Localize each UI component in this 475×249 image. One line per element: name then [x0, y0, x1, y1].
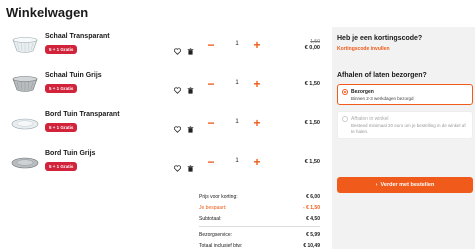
summary-value: € 10,49 — [303, 242, 320, 249]
page-title: Winkelwagen — [6, 5, 89, 20]
product-name[interactable]: Bord Tuin Transparant — [45, 111, 120, 118]
decrease-quantity-button[interactable]: − — [204, 155, 218, 169]
option-title: Afhalen in winkel — [351, 116, 389, 122]
increase-quantity-button[interactable]: + — [250, 116, 264, 130]
decrease-quantity-button[interactable]: − — [204, 38, 218, 52]
summary-row-saved: Je bespaart: - € 1,50 — [199, 202, 320, 213]
summary-row-price-before-discount: Prijs voor korting: € 6,00 — [199, 191, 320, 202]
quantity-value[interactable]: 1 — [230, 41, 244, 47]
divider — [199, 226, 320, 227]
cart-item: Schaal Transparant 5 + 1 Gratis − 1 + 1,… — [8, 28, 326, 67]
product-name[interactable]: Schaal Transparant — [45, 33, 110, 40]
summary-value: € 4,50 — [306, 215, 320, 222]
delivery-option-bezorgen[interactable]: Bezorgen Binnen 2-3 werkdagen bezorgd — [337, 84, 473, 105]
summary-label: Je bespaart: — [199, 204, 227, 211]
heart-icon[interactable] — [173, 159, 182, 177]
summary-value: € 6,00 — [306, 193, 320, 200]
summary-row-shipping: Bezorgservice: € 5,99 — [199, 229, 320, 240]
decrease-quantity-button[interactable]: − — [204, 77, 218, 91]
trash-icon[interactable] — [187, 81, 194, 99]
quantity-value[interactable]: 1 — [230, 80, 244, 86]
checkout-label: Verder met bestellen — [380, 182, 435, 188]
promo-badge: 5 + 1 Gratis — [45, 84, 78, 93]
coupon-link[interactable]: Kortingscode invullen — [337, 46, 390, 52]
summary-label: Bezorgservice: — [199, 231, 233, 238]
item-price: € 1,50 — [304, 81, 320, 87]
trash-icon[interactable] — [187, 159, 194, 177]
order-summary: Prijs voor korting: € 6,00 Je bespaart: … — [199, 191, 320, 249]
product-image-glass-plate[interactable] — [10, 111, 40, 135]
option-subtitle: Binnen 2-3 werkdagen bezorgd — [351, 96, 414, 101]
quantity-value[interactable]: 1 — [230, 119, 244, 125]
item-price: € 1,50 — [304, 120, 320, 126]
product-name[interactable]: Schaal Tuin Grijs — [45, 72, 102, 79]
promo-badge: 5 + 1 Gratis — [45, 123, 78, 132]
promo-badge: 5 + 1 Gratis — [45, 162, 78, 171]
trash-icon[interactable] — [187, 42, 194, 60]
increase-quantity-button[interactable]: + — [250, 77, 264, 91]
cart-items: Schaal Transparant 5 + 1 Gratis − 1 + 1,… — [8, 28, 326, 184]
delivery-option-afhalen[interactable]: Afhalen in winkel Besteed minimaal 20 eu… — [337, 111, 473, 139]
coupon-heading: Heb je een kortingscode? — [337, 35, 423, 42]
option-title: Bezorgen — [351, 89, 374, 95]
summary-row-subtotal: Subtotaal: € 4,50 — [199, 213, 320, 224]
checkout-sidebar: Heb je een kortingscode? Kortingscode in… — [332, 27, 475, 249]
product-image-glass-bowl[interactable] — [10, 33, 40, 57]
cart-item: Bord Tuin Transparant 5 + 1 Gratis − 1 +… — [8, 106, 326, 145]
cart-item: Bord Tuin Grijs 5 + 1 Gratis − 1 + € 1,5… — [8, 145, 326, 184]
chevron-right-icon: › — [375, 182, 378, 188]
item-price: € 0,00 — [304, 45, 320, 51]
heart-icon[interactable] — [173, 81, 182, 99]
summary-label: Prijs voor korting: — [199, 193, 238, 200]
summary-label: Subtotaal: — [199, 215, 222, 222]
increase-quantity-button[interactable]: + — [250, 38, 264, 52]
cart-item: Schaal Tuin Grijs 5 + 1 Gratis − 1 + € 1… — [8, 67, 326, 106]
summary-value: - € 1,50 — [303, 204, 320, 211]
option-subtitle: Besteed minimaal 20 euro om je bestellin… — [351, 123, 466, 134]
delivery-heading: Afhalen of laten bezorgen? — [337, 72, 427, 79]
quantity-value[interactable]: 1 — [230, 158, 244, 164]
product-image-grey-plate[interactable] — [10, 150, 40, 174]
item-price: € 1,50 — [304, 159, 320, 165]
promo-badge: 5 + 1 Gratis — [45, 45, 78, 54]
increase-quantity-button[interactable]: + — [250, 155, 264, 169]
checkout-button[interactable]: › Verder met bestellen — [337, 177, 473, 193]
radio-selected-icon[interactable] — [342, 89, 348, 95]
summary-value: € 5,99 — [306, 231, 320, 238]
trash-icon[interactable] — [187, 120, 194, 138]
heart-icon[interactable] — [173, 42, 182, 60]
summary-row-total: Totaal inclusief btw: € 10,49 — [199, 240, 320, 249]
product-name[interactable]: Bord Tuin Grijs — [45, 150, 95, 157]
summary-label: Totaal inclusief btw: — [199, 242, 243, 249]
product-image-grey-bowl[interactable] — [10, 72, 40, 96]
decrease-quantity-button[interactable]: − — [204, 116, 218, 130]
radio-unselected-icon[interactable] — [342, 116, 348, 122]
heart-icon[interactable] — [173, 120, 182, 138]
